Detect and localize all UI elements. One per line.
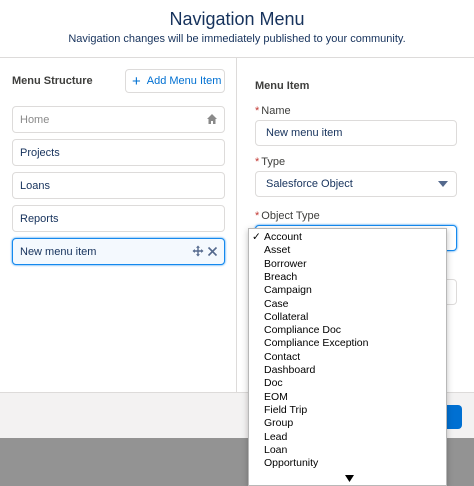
- option[interactable]: Loan: [249, 444, 446, 457]
- option[interactable]: Compliance Exception: [249, 337, 446, 350]
- option[interactable]: Campaign: [249, 284, 446, 297]
- option[interactable]: Dashboard: [249, 364, 446, 377]
- name-input[interactable]: New menu item: [255, 120, 457, 146]
- option-account[interactable]: ✓ Account: [249, 231, 446, 244]
- option[interactable]: Opportunity: [249, 457, 446, 470]
- name-label: * Name: [255, 105, 291, 117]
- menu-item-loans[interactable]: Loans: [12, 172, 225, 199]
- name-input-value: New menu item: [266, 127, 343, 139]
- page-subtitle: Navigation changes will be immediately p…: [68, 33, 406, 45]
- object-type-label: * Object Type: [255, 210, 320, 222]
- page-title: Navigation Menu: [169, 9, 305, 29]
- scroll-down-icon[interactable]: [345, 475, 354, 482]
- menu-item-actions: [192, 245, 218, 257]
- option[interactable]: Compliance Doc: [249, 324, 446, 337]
- menu-structure-panel: Menu Structure + Add Menu Item Home Proj…: [0, 58, 237, 392]
- caret-down-icon: [438, 181, 448, 187]
- required-marker: *: [255, 105, 260, 117]
- menu-structure-title: Menu Structure: [12, 75, 93, 87]
- required-marker: *: [255, 210, 260, 222]
- option[interactable]: Lead: [249, 431, 446, 444]
- option[interactable]: Field Trip: [249, 404, 446, 417]
- option[interactable]: Asset: [249, 244, 446, 257]
- menu-item-new[interactable]: New menu item: [12, 238, 225, 265]
- menu-item-label: Loans: [20, 179, 50, 192]
- menu-item-title: Menu Item: [255, 80, 310, 92]
- type-select[interactable]: Salesforce Object: [255, 171, 457, 197]
- menu-item-projects[interactable]: Projects: [12, 139, 225, 166]
- option[interactable]: Case: [249, 298, 446, 311]
- object-type-dropdown[interactable]: ✓ Account Asset Borrower Breach Campaign …: [248, 228, 447, 486]
- home-icon: [207, 114, 217, 124]
- plus-icon: +: [132, 72, 141, 90]
- checkmark-icon: ✓: [252, 231, 261, 243]
- page-header: Navigation Menu Navigation changes will …: [0, 0, 474, 58]
- option[interactable]: Doc: [249, 377, 446, 390]
- add-menu-item-button[interactable]: + Add Menu Item: [125, 69, 225, 93]
- required-marker: *: [255, 156, 260, 168]
- menu-item-label: New menu item: [20, 245, 97, 258]
- option[interactable]: Breach: [249, 271, 446, 284]
- menu-item-home[interactable]: Home: [12, 106, 225, 133]
- menu-item-icons: [206, 113, 218, 125]
- add-menu-item-label: Add Menu Item: [146, 75, 222, 87]
- move-icon[interactable]: [192, 245, 204, 257]
- option[interactable]: Collateral: [249, 311, 446, 324]
- option[interactable]: Borrower: [249, 258, 446, 271]
- option[interactable]: Contact: [249, 351, 446, 364]
- type-select-value: Salesforce Object: [266, 178, 353, 190]
- option[interactable]: Group: [249, 417, 446, 430]
- menu-item-label: Home: [20, 113, 50, 126]
- option[interactable]: EOM: [249, 391, 446, 404]
- type-label: * Type: [255, 156, 286, 168]
- menu-item-reports[interactable]: Reports: [12, 205, 225, 232]
- menu-item-label: Reports: [20, 212, 59, 225]
- close-icon[interactable]: [207, 246, 218, 257]
- menu-item-label: Projects: [20, 146, 60, 159]
